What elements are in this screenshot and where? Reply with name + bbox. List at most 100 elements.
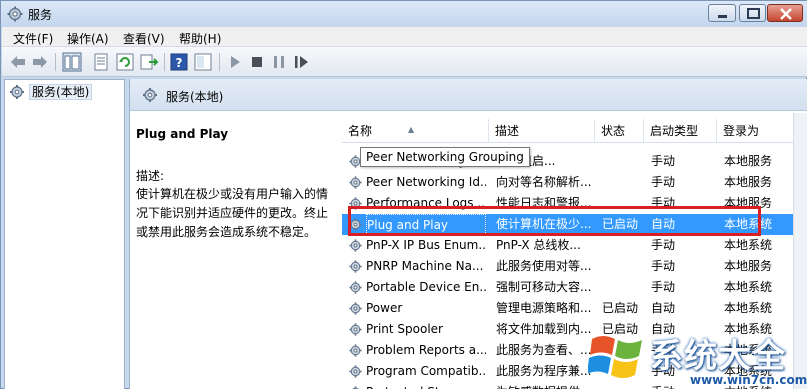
- service-status-cell: 已启动: [602, 217, 639, 231]
- service-description-cell: 此服务为程序兼...: [496, 364, 592, 378]
- services-app-icon: [7, 6, 23, 22]
- service-gear-icon: [349, 344, 362, 357]
- service-name-cell: Program Compatib...: [366, 364, 486, 378]
- service-gear-icon: [349, 218, 362, 231]
- service-name-cell: Peer Networking Id...: [366, 175, 486, 189]
- svg-text:?: ?: [176, 56, 183, 70]
- column-header-startup-type[interactable]: 启动类型: [644, 119, 717, 143]
- service-startup-cell: 手动: [651, 196, 676, 210]
- service-name-cell: Print Spooler: [366, 322, 443, 336]
- table-row[interactable]: PNRP Machine Na... 此服务使用对等... 手动 本地服务: [342, 256, 807, 277]
- services-window: 服务 文件(F) 操作(A) 查看(V) 帮助(H) ? 服务(本地) 服务(本…: [0, 0, 807, 389]
- properties-icon[interactable]: [91, 52, 111, 72]
- service-gear-icon: [349, 281, 362, 294]
- watermark-title: 系统大全: [650, 336, 786, 375]
- service-startup-cell: 手动: [651, 259, 676, 273]
- service-description-cell: PnP-X 总线枚...: [496, 238, 581, 252]
- service-description-cell: 性能日志和警报...: [496, 196, 592, 210]
- service-gear-icon: [349, 197, 362, 210]
- service-description-cell: 为敏感数据提供...: [496, 382, 592, 389]
- minimize-icon: [718, 15, 727, 18]
- service-startup-cell: 手动: [651, 238, 676, 252]
- table-row[interactable]: Peer Networking Id... 向对等名称解析... 手动 本地服务: [342, 172, 807, 193]
- windows-logo-icon: [588, 336, 642, 378]
- selected-service-name: Plug and Play: [136, 127, 229, 141]
- services-header-icon: [143, 88, 157, 102]
- toolbar: ?: [2, 47, 807, 77]
- pause-service-icon[interactable]: [269, 52, 289, 72]
- service-name-cell: Problem Reports a...: [366, 343, 486, 357]
- show-hide-action-pane-icon[interactable]: [193, 52, 213, 72]
- column-logon-label: 登录为: [723, 124, 760, 138]
- column-header-description[interactable]: 描述: [489, 119, 595, 143]
- service-description-cell: 向对等名称解析...: [496, 175, 592, 189]
- service-name-cell: Plug and Play: [366, 214, 486, 237]
- column-description-label: 描述: [495, 124, 520, 138]
- table-row[interactable]: Power 管理电源策略和... 已启动 自动 本地系统: [342, 298, 807, 319]
- service-startup-cell: 自动: [651, 301, 676, 315]
- close-button[interactable]: [767, 4, 803, 22]
- minimize-button[interactable]: [708, 4, 736, 22]
- menu-action[interactable]: 操作(A): [67, 30, 109, 47]
- service-name-cell: PNRP Machine Na...: [366, 259, 484, 273]
- service-gear-icon: [352, 386, 359, 389]
- column-header-name[interactable]: 名称 ▲: [342, 119, 489, 143]
- close-icon: [780, 8, 792, 20]
- window-title: 服务: [28, 8, 53, 22]
- console-tree-icon[interactable]: [62, 52, 82, 72]
- menu-help[interactable]: 帮助(H): [179, 30, 221, 47]
- service-description-cell: 强制可移动大容...: [496, 280, 592, 294]
- table-row[interactable]: Portable Device En... 强制可移动大容... 手动 本地系统: [342, 277, 807, 298]
- service-name-cell: Performance Logs ...: [366, 196, 486, 210]
- service-gear-icon: [349, 176, 362, 189]
- export-list-icon[interactable]: [139, 52, 159, 72]
- service-gear-icon: [349, 302, 362, 315]
- service-name-cell: PnP-X IP Bus Enum...: [366, 238, 486, 252]
- service-description-cell: 使计算机在极少...: [496, 217, 592, 231]
- restart-service-icon[interactable]: [291, 52, 311, 72]
- service-gear-icon: [349, 239, 362, 252]
- table-row[interactable]: Performance Logs ... 性能日志和警报... 手动 本地服务: [342, 193, 807, 214]
- column-startup-label: 启动类型: [650, 124, 699, 138]
- name-tooltip: Peer Networking Grouping: [360, 147, 530, 167]
- service-name-cell: Protected Storage: [366, 382, 486, 389]
- tree-node-services-local[interactable]: 服务(本地): [29, 84, 93, 100]
- service-startup-cell: 手动: [651, 175, 676, 189]
- help-icon[interactable]: ?: [169, 52, 189, 72]
- service-startup-cell: 手动: [651, 280, 676, 294]
- column-header-status[interactable]: 状态: [595, 119, 644, 143]
- service-name-cell: Power: [366, 301, 403, 315]
- console-tree: 服务(本地): [4, 79, 125, 389]
- service-description-cell: 此服务使用对等...: [496, 259, 592, 273]
- description-label: 描述:: [136, 169, 165, 183]
- menu-view[interactable]: 查看(V): [123, 30, 165, 47]
- service-status-cell: 已启动: [602, 301, 639, 315]
- main-header-title: 服务(本地): [166, 90, 224, 104]
- maximize-button[interactable]: [739, 4, 766, 22]
- description-text: 使计算机在极少或没有用户输入的情况下能识别并适应硬件的更改。终止或禁用此服务会造…: [136, 187, 329, 239]
- service-name-cell: Portable Device En...: [366, 280, 486, 294]
- maximize-icon: [747, 8, 760, 19]
- service-gear-icon: [349, 323, 362, 336]
- menu-file[interactable]: 文件(F): [13, 30, 53, 47]
- refresh-icon[interactable]: [115, 52, 135, 72]
- stop-service-icon[interactable]: [247, 52, 267, 72]
- service-description-cell: 管理电源策略和...: [496, 301, 592, 315]
- start-service-icon[interactable]: [225, 52, 245, 72]
- service-gear-icon: [349, 260, 362, 273]
- service-description-cell: 将文件加载到内...: [496, 322, 592, 336]
- column-status-label: 状态: [601, 124, 626, 138]
- column-name-label: 名称: [348, 124, 373, 138]
- title-bar: 服务: [1, 1, 807, 27]
- main-header: 服务(本地): [130, 79, 807, 111]
- table-row[interactable]: PnP-X IP Bus Enum... PnP-X 总线枚... 手动 本地系统: [342, 235, 807, 256]
- services-node-icon: [10, 85, 24, 99]
- back-arrow-icon[interactable]: [8, 52, 28, 72]
- table-row[interactable]: Plug and Play 使计算机在极少... 已启动 自动 本地系统: [342, 214, 807, 237]
- watermark: 系统大全 www.win7cn.com: [586, 327, 807, 389]
- watermark-url: www.win7cn.com: [690, 373, 807, 387]
- service-startup-cell: 手动: [651, 154, 676, 168]
- sort-ascending-icon: ▲: [408, 125, 415, 134]
- forward-arrow-icon[interactable]: [30, 52, 50, 72]
- service-description-cell: 此服务为查看、...: [496, 343, 592, 357]
